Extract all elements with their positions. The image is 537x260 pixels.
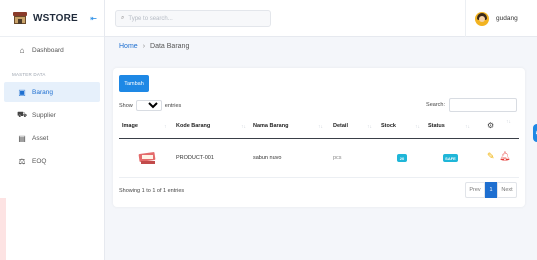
- col-image[interactable]: Image: [122, 123, 138, 129]
- search-placeholder: Type to search...: [128, 15, 173, 22]
- box-icon: ▣: [18, 87, 26, 97]
- cell-detail: pcs: [333, 155, 342, 161]
- breadcrumb: Home › Data Barang: [119, 43, 189, 50]
- sort-icon[interactable]: ↑↓: [367, 124, 372, 130]
- building-icon: ▤: [18, 133, 26, 143]
- scale-icon: ⚖: [18, 156, 26, 166]
- prev-button[interactable]: Prev: [465, 182, 485, 198]
- search-label: Search:: [426, 102, 445, 108]
- col-kode-barang[interactable]: Kode Barang: [176, 123, 210, 129]
- settings-gear-icon[interactable]: ⚙: [533, 124, 537, 142]
- sidebar-item-asset[interactable]: ▤ Asset: [0, 128, 104, 148]
- search-input[interactable]: ⌕ Type to search...: [115, 10, 271, 27]
- col-nama-barang[interactable]: Nama Barang: [253, 123, 288, 129]
- table-info: Showing 1 to 1 of 1 entries: [119, 188, 185, 194]
- entries-label: entries: [164, 102, 182, 109]
- breadcrumb-separator: ›: [142, 43, 146, 50]
- brand[interactable]: WSTORE ⇤: [0, 0, 104, 37]
- cell-kode: PRODUCT-001: [176, 155, 214, 161]
- user-menu[interactable]: gudang: [465, 0, 537, 37]
- entries-select[interactable]: 10: [135, 100, 162, 111]
- bell-icon[interactable]: 🔔︎: [499, 151, 510, 162]
- sidebar-item-label: Dashboard: [32, 46, 64, 54]
- col-status[interactable]: Status: [428, 123, 445, 129]
- topbar: ⌕ Type to search... gudang: [105, 0, 537, 37]
- table-header: Image ↑ Kode Barang ↑↓ Nama Barang ↑↓ De…: [119, 117, 519, 139]
- page-1-button[interactable]: 1: [485, 182, 497, 198]
- home-icon: ⌂: [19, 45, 25, 55]
- table-row: PRODUCT-001 sabun nuvo pcs 20 SAFE ✎ 🔔︎: [119, 140, 519, 178]
- sidebar-item-label: Asset: [32, 134, 49, 142]
- col-stock[interactable]: Stock: [381, 123, 396, 129]
- add-button[interactable]: Tambah: [119, 75, 149, 92]
- sort-icon[interactable]: ↑↓: [318, 124, 323, 130]
- table-search: Search:: [426, 98, 517, 112]
- edit-icon[interactable]: ✎: [487, 151, 495, 162]
- sort-icon[interactable]: ↑↓: [506, 119, 511, 125]
- pagination: Prev 1 Next: [465, 182, 517, 198]
- breadcrumb-home[interactable]: Home: [119, 43, 138, 50]
- sidebar: WSTORE ⇤ ⌂ Dashboard MASTER DATA ▣ Baran…: [0, 0, 105, 260]
- section-label-master-data: MASTER DATA: [12, 72, 46, 77]
- breadcrumb-current: Data Barang: [150, 43, 190, 50]
- store-logo-icon: [13, 12, 27, 24]
- sort-icon[interactable]: ↑: [164, 124, 167, 130]
- col-detail[interactable]: Detail: [333, 123, 348, 129]
- show-entries: Show 10 entries: [119, 100, 181, 111]
- search-icon: ⌕: [121, 15, 125, 21]
- sidebar-item-dashboard[interactable]: ⌂ Dashboard: [0, 40, 104, 60]
- brand-name: WSTORE: [33, 12, 78, 24]
- sidebar-item-label: Barang: [32, 88, 53, 96]
- sidebar-item-label: EOQ: [32, 157, 47, 165]
- sidebar-item-barang[interactable]: ▣ Barang: [4, 82, 100, 102]
- truck-icon: ⛟: [17, 110, 28, 119]
- sidebar-item-label: Supplier: [32, 111, 56, 119]
- username: gudang: [496, 15, 518, 22]
- collapse-sidebar-icon[interactable]: ⇤: [90, 14, 97, 23]
- show-label: Show: [119, 102, 133, 109]
- stock-badge: 20: [397, 154, 407, 162]
- table-search-input[interactable]: [449, 98, 517, 112]
- decorative-strip: [0, 198, 6, 260]
- sidebar-item-supplier[interactable]: ⛟ Supplier: [0, 105, 104, 125]
- cell-nama: sabun nuvo: [253, 155, 282, 161]
- avatar: [475, 11, 489, 26]
- sort-icon[interactable]: ↑↓: [465, 124, 470, 130]
- product-image: [138, 151, 157, 165]
- status-badge: SAFE: [443, 154, 458, 162]
- sidebar-item-eoq[interactable]: ⚖ EOQ: [0, 151, 104, 171]
- gear-icon: ⚙: [487, 121, 495, 130]
- sort-icon[interactable]: ↑↓: [415, 124, 420, 130]
- data-card: Tambah Show 10 entries Search: Image ↑ K…: [113, 68, 525, 207]
- sort-icon[interactable]: ↑↓: [241, 124, 246, 130]
- next-button[interactable]: Next: [497, 182, 517, 198]
